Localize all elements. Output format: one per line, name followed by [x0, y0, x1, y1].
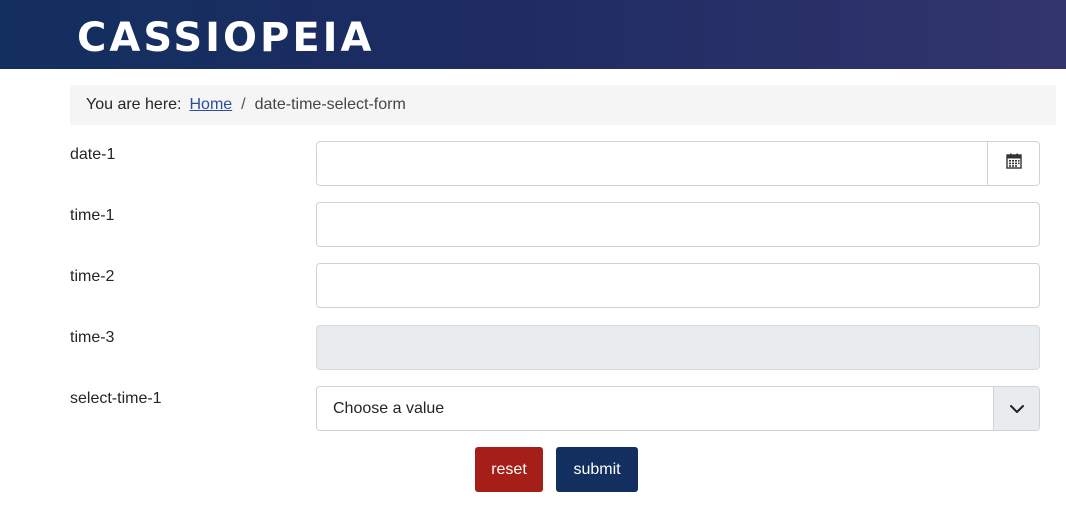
breadcrumb-label: You are here: [86, 96, 182, 113]
date-1-field-group [316, 141, 1040, 186]
date-picker-button[interactable] [987, 141, 1040, 186]
breadcrumb-current: date-time-select-form [254, 96, 406, 113]
brand-logo[interactable]: CASSIOPEIA [77, 14, 375, 62]
time-2-label: time-2 [70, 268, 115, 285]
select-time-1-value: Choose a value [333, 400, 445, 417]
select-time-1-label: select-time-1 [70, 390, 162, 407]
date-1-input[interactable] [316, 141, 988, 186]
select-time-1-dropdown[interactable]: Choose a value [316, 386, 1040, 431]
site-header: CASSIOPEIA [0, 0, 1066, 69]
submit-button[interactable]: submit [556, 447, 638, 492]
chevron-down-icon [993, 387, 1039, 430]
time-3-input [316, 325, 1040, 370]
time-2-input[interactable] [316, 263, 1040, 308]
time-3-label: time-3 [70, 329, 115, 346]
time-1-label: time-1 [70, 207, 115, 224]
breadcrumb-home-link[interactable]: Home [189, 96, 232, 114]
time-1-input[interactable] [316, 202, 1040, 247]
breadcrumb-separator: / [241, 96, 246, 113]
reset-button[interactable]: reset [475, 447, 543, 492]
date-1-label: date-1 [70, 146, 116, 163]
calendar-icon [1005, 153, 1022, 174]
breadcrumb: You are here: Home / date-time-select-fo… [70, 85, 1056, 125]
